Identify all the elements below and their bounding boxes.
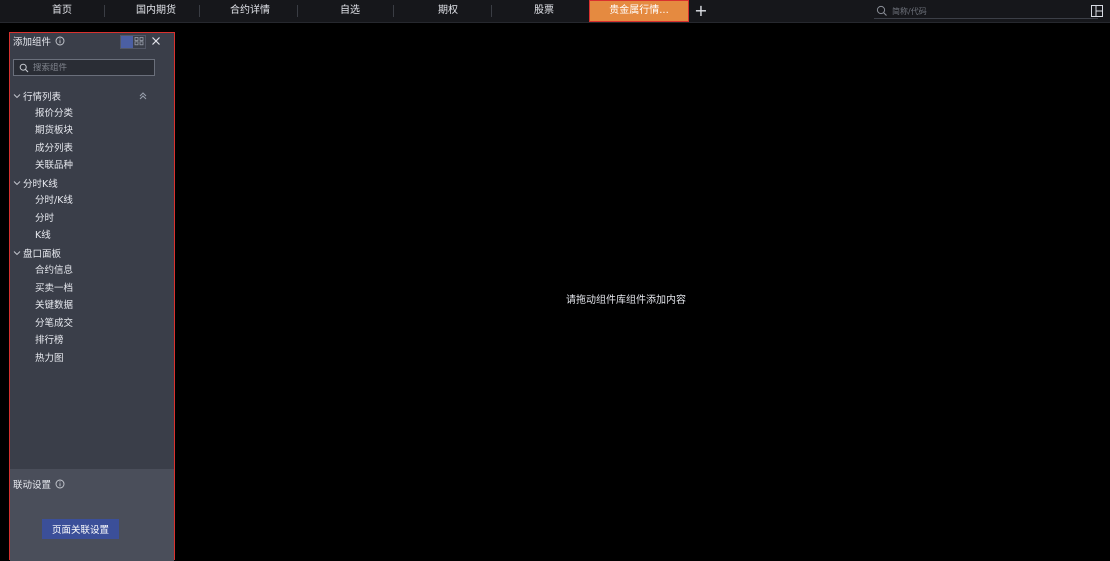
tab-separator <box>104 5 105 17</box>
symbol-search <box>874 4 1098 19</box>
component-search <box>13 59 155 76</box>
component-item[interactable]: 排行榜 <box>10 332 174 350</box>
top-nav: 首页 国内期货 合约详情 自选 期权 股票 贵金属行情... + <box>0 0 1110 23</box>
tab-domestic-futures[interactable]: 国内期货 <box>118 0 194 22</box>
panel-header: 添加组件 <box>10 33 174 49</box>
grid-icon <box>134 37 144 46</box>
component-panel: 添加组件 搜索组件 行情列表 报价分类 期货板块 成分列表 关联品种 分时K线 … <box>9 32 175 561</box>
component-tree: 行情列表 报价分类 期货板块 成分列表 关联品种 分时K线 分时/K线 分时 K… <box>10 87 174 367</box>
grid-view-button[interactable] <box>133 36 145 48</box>
page-link-settings-button[interactable]: 页面关联设置 <box>42 519 119 539</box>
tab-separator <box>199 5 200 17</box>
component-item[interactable]: 关键数据 <box>10 297 174 315</box>
component-search-input[interactable] <box>33 62 143 73</box>
component-item[interactable]: 买卖一档 <box>10 280 174 298</box>
component-item[interactable]: 报价分类 <box>10 105 174 123</box>
chevron-down-icon <box>13 251 21 256</box>
chevron-down-icon <box>13 181 21 186</box>
tab-watchlist[interactable]: 自选 <box>300 0 400 22</box>
info-icon[interactable] <box>55 36 65 46</box>
panel-title: 添加组件 <box>13 37 52 48</box>
group-label: 盘口面板 <box>23 249 62 261</box>
tab-separator <box>297 5 298 17</box>
component-item[interactable]: 热力图 <box>10 350 174 368</box>
link-settings-title: 联动设置 <box>13 480 52 491</box>
component-item[interactable]: 分时 <box>10 210 174 228</box>
tab-contract-details[interactable]: 合约详情 <box>210 0 290 22</box>
tab-home[interactable]: 首页 <box>32 0 92 22</box>
search-icon <box>876 5 887 16</box>
component-item[interactable]: K线 <box>10 227 174 245</box>
view-toggle <box>120 35 146 49</box>
tab-stocks[interactable]: 股票 <box>496 0 592 22</box>
group-market-list[interactable]: 行情列表 <box>10 87 174 105</box>
component-item[interactable]: 关联品种 <box>10 157 174 175</box>
info-icon[interactable] <box>55 479 65 489</box>
link-settings-section: 联动设置 页面关联设置 <box>10 469 174 561</box>
layout-icon[interactable] <box>1090 4 1104 18</box>
group-label: 行情列表 <box>23 91 62 103</box>
list-view-button[interactable] <box>121 36 133 48</box>
group-label: 分时K线 <box>23 179 58 191</box>
component-item[interactable]: 分笔成交 <box>10 315 174 333</box>
component-item[interactable]: 分时/K线 <box>10 192 174 210</box>
group-time-kline[interactable]: 分时K线 <box>10 175 174 193</box>
component-item[interactable]: 合约信息 <box>10 262 174 280</box>
chevron-down-icon <box>13 93 21 98</box>
tab-options[interactable]: 期权 <box>400 0 496 22</box>
search-icon <box>19 63 29 72</box>
group-order-book[interactable]: 盘口面板 <box>10 245 174 263</box>
tab-separator <box>393 5 394 17</box>
add-tab-button[interactable]: + <box>693 0 709 22</box>
close-icon[interactable] <box>150 35 162 47</box>
tab-precious-metals[interactable]: 贵金属行情... <box>589 0 689 22</box>
component-item[interactable]: 成分列表 <box>10 140 174 158</box>
tab-separator <box>491 5 492 17</box>
empty-workspace-hint: 请拖动组件库组件添加内容 <box>566 295 686 306</box>
component-item[interactable]: 期货板块 <box>10 122 174 140</box>
link-settings-header: 联动设置 <box>13 477 65 491</box>
symbol-search-input[interactable] <box>892 6 1082 16</box>
double-chevron-up-icon[interactable] <box>138 91 148 101</box>
